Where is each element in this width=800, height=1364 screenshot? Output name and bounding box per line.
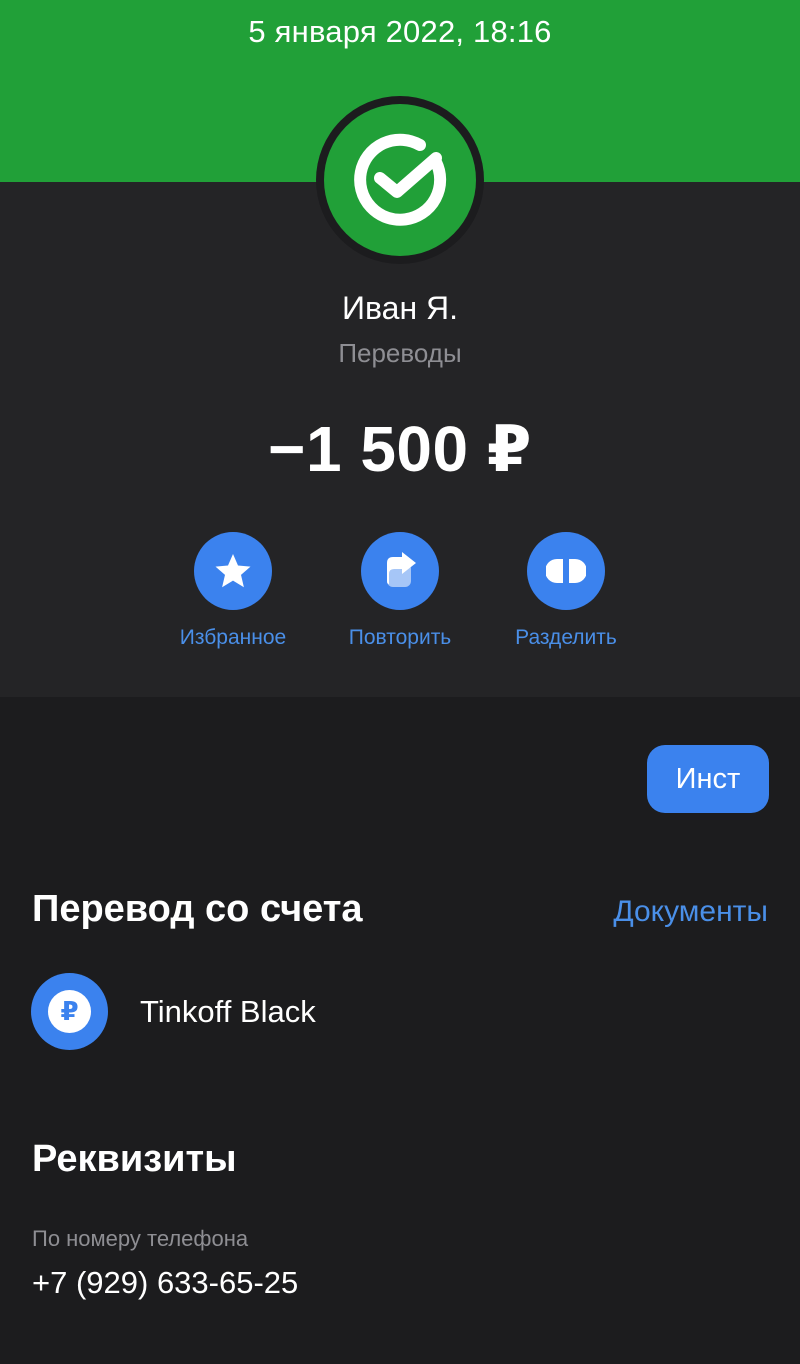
sber-logo	[324, 104, 476, 256]
phone-field-label: По номеру телефона	[32, 1226, 249, 1251]
sber-check-icon	[354, 133, 447, 226]
split-icon	[546, 559, 586, 583]
documents-link[interactable]: Документы	[613, 895, 768, 929]
favorite-button[interactable]: Избранное	[148, 532, 318, 650]
transaction-amount: −1 500 ₽	[268, 413, 532, 485]
repeat-button-circle[interactable]	[361, 532, 439, 610]
favorite-button-circle[interactable]	[194, 532, 272, 610]
tag-chip[interactable]: Инст	[647, 745, 769, 813]
transaction-category: Переводы	[338, 338, 462, 368]
recipient-name: Иван Я.	[342, 290, 458, 326]
phone-field-value: +7 (929) 633-65-25	[32, 1265, 299, 1300]
details-section-title: Реквизиты	[32, 1138, 237, 1180]
split-button-label: Разделить	[515, 626, 617, 649]
split-button[interactable]: Разделить	[481, 532, 651, 650]
ruble-account-icon: ₽	[31, 973, 108, 1050]
split-button-circle[interactable]	[527, 532, 605, 610]
repeat-button[interactable]: Повторить	[315, 532, 485, 650]
star-icon	[215, 554, 251, 588]
transaction-datetime: 5 января 2022, 18:16	[248, 14, 552, 49]
ruble-icon: ₽	[48, 990, 91, 1033]
favorite-button-label: Избранное	[179, 626, 287, 649]
repeat-button-label: Повторить	[348, 626, 452, 649]
repeat-arrow-icon	[387, 552, 416, 587]
account-name[interactable]: Tinkoff Black	[140, 994, 316, 1030]
source-section-title: Перевод со счета	[32, 888, 363, 930]
